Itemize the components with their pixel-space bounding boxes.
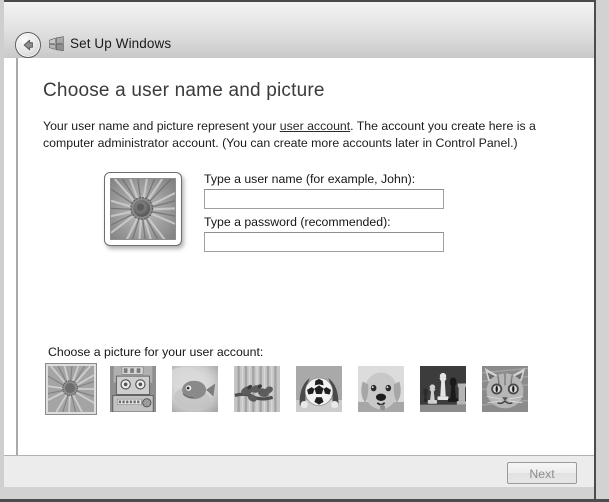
picture-thumb-fish[interactable] (169, 363, 221, 415)
picture-thumb-cat[interactable] (479, 363, 531, 415)
picture-thumb-frog[interactable] (231, 363, 283, 415)
windows-flag-icon (48, 36, 65, 52)
username-label: Type a user name (for example, John): (204, 172, 416, 186)
robot-picture (110, 366, 156, 412)
picture-thumb-chess[interactable] (417, 363, 469, 415)
cat-picture (482, 366, 528, 412)
intro-text-lead: Your user name and picture represent you… (43, 119, 280, 133)
user-account-link[interactable]: user account (280, 119, 350, 133)
password-input[interactable] (204, 232, 444, 252)
setup-windows-window: Set Up Windows Choose a user name and pi… (0, 0, 609, 502)
flower-picture (48, 366, 94, 412)
back-arrow-icon[interactable] (15, 32, 41, 58)
picture-thumb-robot[interactable] (107, 363, 159, 415)
frog-picture (234, 366, 280, 412)
username-input[interactable] (204, 189, 444, 209)
title-bar: Set Up Windows (4, 2, 594, 58)
window-frame-left (0, 0, 4, 499)
picture-thumb-flower[interactable] (45, 363, 97, 415)
page-title: Choose a user name and picture (43, 80, 325, 101)
picture-chooser-row (45, 363, 531, 415)
fish-picture (172, 366, 218, 412)
dog-picture (358, 366, 404, 412)
wizard-content-pane: Choose a user name and picture Your user… (18, 58, 594, 455)
picture-chooser-label: Choose a picture for your user account: (48, 345, 264, 359)
password-label: Type a password (recommended): (204, 215, 391, 229)
window-title: Set Up Windows (70, 36, 172, 51)
picture-thumb-dog[interactable] (355, 363, 407, 415)
picture-thumb-soccer[interactable] (293, 363, 345, 415)
window-frame-right-shade (596, 0, 609, 502)
wizard-footer: Next (4, 455, 596, 487)
next-button[interactable]: Next (507, 462, 577, 484)
account-picture-preview (104, 172, 182, 246)
flower-picture (110, 178, 176, 240)
window-frame-right (594, 0, 596, 499)
chess-picture (420, 366, 466, 412)
window-frame-bottom-shade (0, 487, 596, 499)
intro-paragraph: Your user name and picture represent you… (43, 118, 568, 152)
soccer-picture (296, 366, 342, 412)
